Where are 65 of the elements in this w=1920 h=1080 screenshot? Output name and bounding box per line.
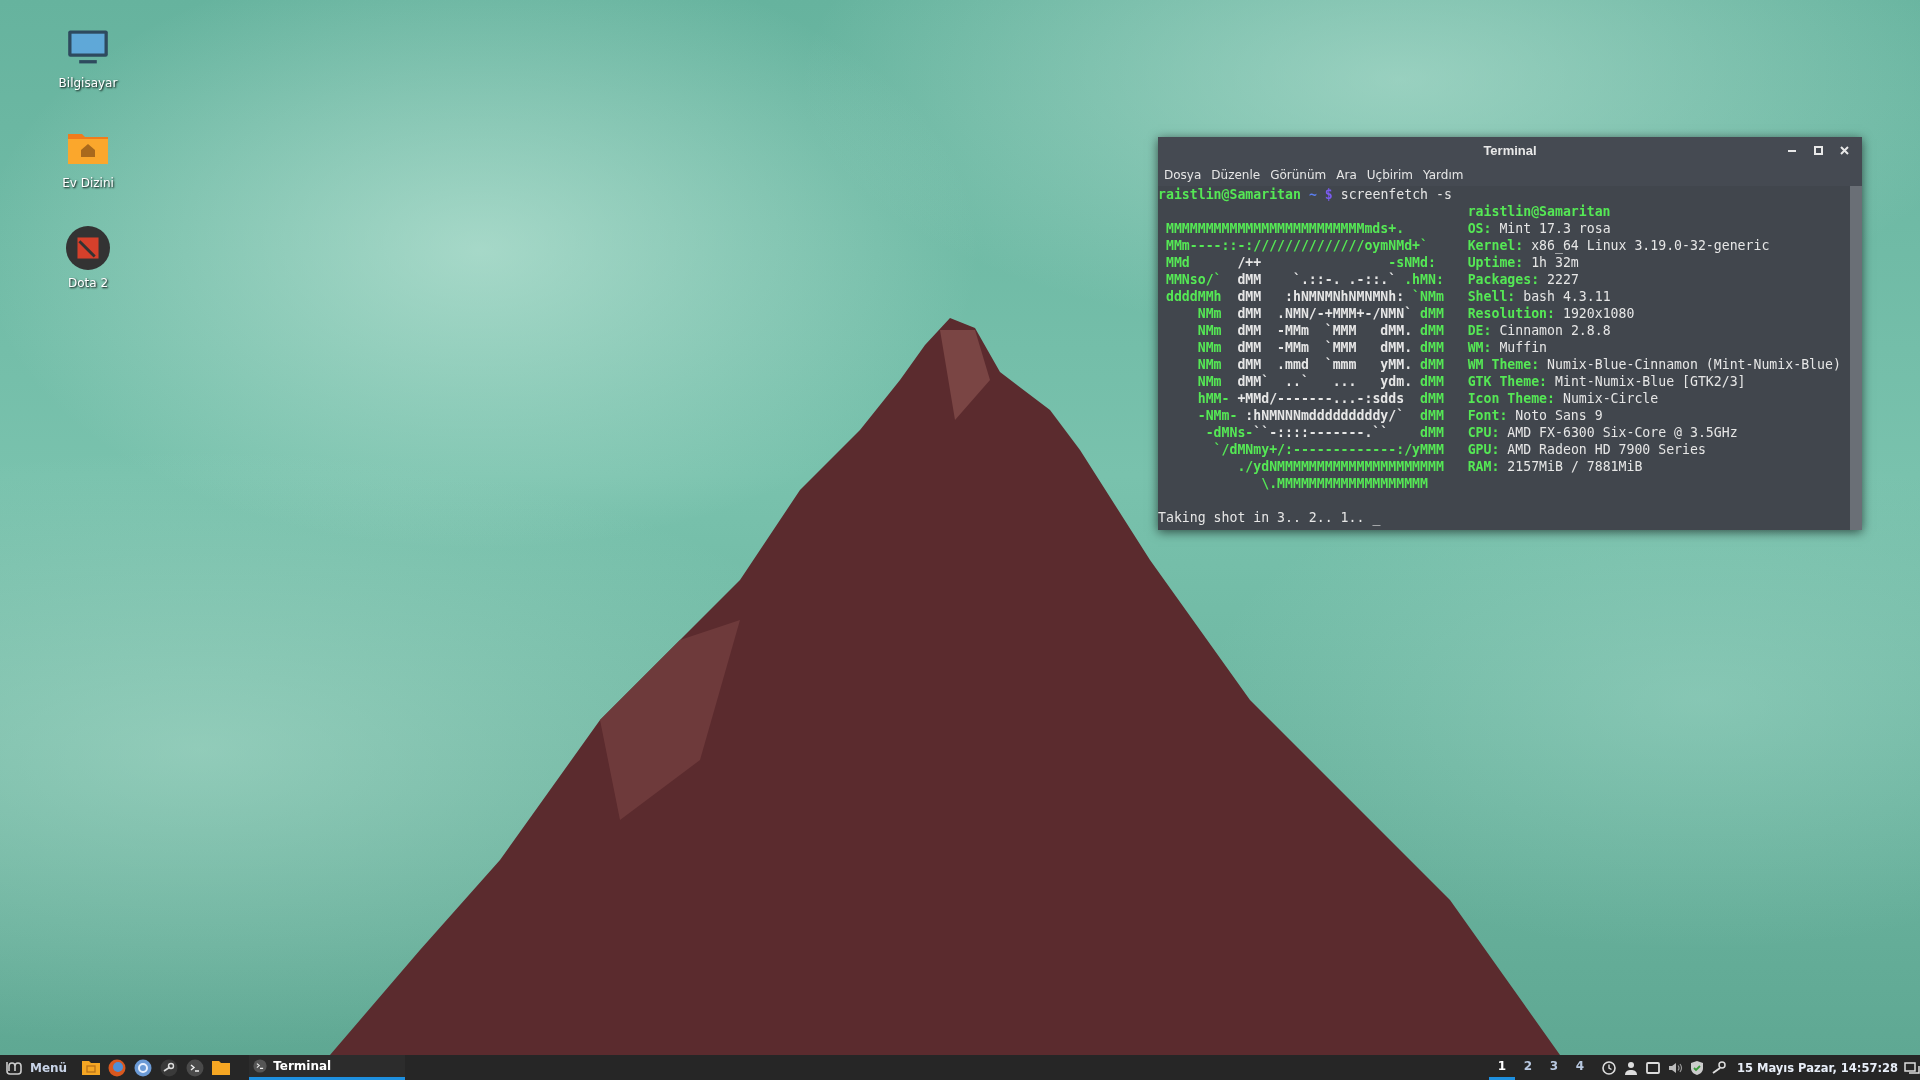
output-line: Taking shot in 3.. 2.. 1.. _ xyxy=(1158,509,1382,526)
ascii-art-line: MMMMMMMMMMMMMMMMMMMMMMMMMmds+. xyxy=(1164,220,1406,237)
ascii-art-line: NMm dMM .mmd `mmm yMM. dMM xyxy=(1196,356,1445,373)
system-info-line: RAM: 2157MiB / 7881MiB xyxy=(1467,458,1644,475)
logo-icon xyxy=(6,1060,22,1075)
ascii-art-line: \.MMMMMMMMMMMMMMMMMMM xyxy=(1260,475,1429,492)
ascii-art-line: NMm dMM` ..` ... ydm. dMM xyxy=(1196,373,1445,390)
system-info-line: Font: Noto Sans 9 xyxy=(1467,407,1604,424)
workspace-button[interactable]: 3 xyxy=(1540,1055,1567,1080)
system-info-line: WM: Muffin xyxy=(1467,339,1549,356)
system-info-line: OS: Mint 17.3 rosa xyxy=(1467,220,1612,237)
clock[interactable]: 15 Mayıs Pazar, 14:57:28 xyxy=(1736,1060,1898,1075)
shield-icon[interactable] xyxy=(1688,1059,1705,1076)
ascii-art-line: NMm dMM -MMm `MMM dMM. dMM xyxy=(1196,322,1445,339)
menu-button[interactable]: Menü xyxy=(0,1055,74,1080)
user-host-line: raistlin@Samaritan xyxy=(1467,203,1612,220)
user-icon[interactable] xyxy=(1622,1059,1639,1076)
system-info-line: Packages: 2227 xyxy=(1467,271,1580,288)
system-info-line: Icon Theme: Numix-Circle xyxy=(1467,390,1660,407)
history-icon[interactable] xyxy=(1600,1059,1617,1076)
system-info-line: Shell: bash 4.3.11 xyxy=(1467,288,1612,305)
workspace-button[interactable]: 4 xyxy=(1566,1055,1593,1080)
ascii-art-line: `/dMNmy+/:-------------:/yMMM xyxy=(1212,441,1445,458)
ascii-art-line: MMNso/` dMM `.::-. .-::.` .hMN: xyxy=(1164,271,1445,288)
display-icon[interactable] xyxy=(1644,1059,1661,1076)
system-info-line: CPU: AMD FX-6300 Six-Core @ 3.5GHz xyxy=(1467,424,1739,441)
folder-icon[interactable] xyxy=(211,1058,232,1077)
system-info-line: Resolution: 1920x1080 xyxy=(1467,305,1636,322)
system-info-line: DE: Cinnamon 2.8.8 xyxy=(1467,322,1612,339)
ascii-art-line: NMm dMM .NMN/-+MMM+-/NMN` dMM xyxy=(1196,305,1445,322)
close-icon xyxy=(1839,145,1849,155)
window-button[interactable]: Terminal xyxy=(249,1055,406,1080)
link-icon[interactable] xyxy=(1710,1059,1727,1076)
link-icon[interactable] xyxy=(159,1058,180,1077)
ascii-art-line: NMm dMM -MMm `MMM dMM. dMM xyxy=(1196,339,1445,356)
ascii-art-line: MMd /++ -sNMd: xyxy=(1164,254,1437,271)
show-desktop-icon[interactable] xyxy=(1904,1059,1920,1076)
ascii-art-line: MMm----::-://////////////oymNMd+` xyxy=(1164,237,1429,254)
prompt-line: raistlin@Samaritan ~ $ screenfetch -s xyxy=(1158,186,1453,203)
globe-icon[interactable] xyxy=(107,1058,128,1077)
workspace-button[interactable]: 1 xyxy=(1488,1055,1515,1080)
system-info-line: GPU: AMD Radeon HD 7900 Series xyxy=(1467,441,1707,458)
ascii-art-line: ddddMMh dMM :hNMNMNhNMNMNh: `NMm xyxy=(1164,288,1445,305)
system-info-line: Kernel: x86_64 Linux 3.19.0-32-generic xyxy=(1467,237,1771,254)
scrollbar-thumb[interactable] xyxy=(1850,186,1862,530)
system-info-line: Uptime: 1h 32m xyxy=(1467,254,1580,271)
workspace-button[interactable]: 2 xyxy=(1514,1055,1541,1080)
ring-icon[interactable] xyxy=(133,1058,154,1077)
window-title: Terminal xyxy=(1483,143,1537,158)
ascii-art-line: -NMm- :hNMNNNmdddddddddy/` dMM xyxy=(1196,407,1445,424)
menu-item[interactable]: Uçbirim xyxy=(1366,168,1414,182)
system-info-line: GTK Theme: Mint-Numix-Blue [GTK2/3] xyxy=(1467,373,1747,390)
game-logo-icon[interactable] xyxy=(66,226,110,270)
terminal-icon[interactable] xyxy=(185,1058,206,1077)
ascii-art-line: hMM- +MMd/-------...-:sdds dMM xyxy=(1196,390,1445,407)
menu-item[interactable]: Dosya xyxy=(1164,168,1202,182)
ascii-art-line: -dMNs-``-::::-------.`` dMM xyxy=(1204,424,1445,441)
terminal-icon xyxy=(253,1059,268,1073)
menu-item[interactable]: Görünüm xyxy=(1270,168,1327,182)
menu-item[interactable]: Yardım xyxy=(1423,168,1464,182)
ascii-art-line: ./ydNMMMMMMMMMMMMMMMMMMMMM xyxy=(1236,458,1445,475)
folder-icon[interactable] xyxy=(81,1058,102,1077)
menu-item[interactable]: Düzenle xyxy=(1211,168,1261,182)
menu-item[interactable]: Ara xyxy=(1336,168,1357,182)
system-info-line: WM Theme: Numix-Blue-Cinnamon (Mint-Numix-Blue) xyxy=(1467,356,1841,373)
